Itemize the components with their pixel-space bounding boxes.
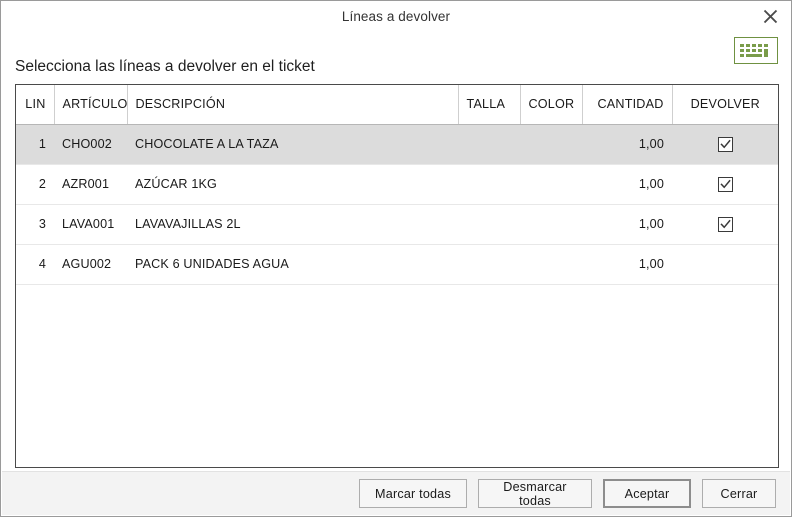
virtual-keyboard-button[interactable] [734,37,778,64]
cell-descripcion: LAVAVAJILLAS 2L [127,204,458,245]
cell-articulo: AZR001 [54,164,127,205]
cell-articulo: AGU002 [54,244,127,285]
mark-all-button[interactable]: Marcar todas [359,479,467,508]
cell-talla [458,164,520,205]
devolver-checkbox[interactable] [717,176,733,192]
instruction-text: Selecciona las líneas a devolver en el t… [15,58,315,75]
lines-table: LIN ARTÍCULO DESCRIPCIÓN TALLA COLOR CAN… [16,85,778,285]
lines-table-container: LIN ARTÍCULO DESCRIPCIÓN TALLA COLOR CAN… [15,84,779,468]
cell-devolver [672,164,778,205]
window-title: Líneas a devolver [341,8,451,24]
title-bar: Líneas a devolver [1,1,791,31]
table-header-row: LIN ARTÍCULO DESCRIPCIÓN TALLA COLOR CAN… [16,85,778,125]
column-header-cantidad[interactable]: CANTIDAD [582,85,673,125]
cell-articulo: CHO002 [54,124,127,165]
column-header-lin[interactable]: LIN [16,85,55,125]
dialog-window: Líneas a devolver Selecciona las líneas … [0,0,792,517]
cell-cantidad: 1,00 [582,164,672,205]
cell-lin: 4 [16,244,54,285]
unmark-all-button[interactable]: Desmarcar todas [478,479,592,508]
cell-talla [458,244,520,285]
devolver-checkbox[interactable] [717,216,733,232]
table-row[interactable]: 1 CHO002 CHOCOLATE A LA TAZA 1,00 [16,124,778,165]
accept-button[interactable]: Aceptar [603,479,691,508]
dialog-footer: Marcar todas Desmarcar todas Aceptar Cer… [2,471,790,515]
cell-cantidad: 1,00 [582,124,672,165]
table-row[interactable]: 3 LAVA001 LAVAVAJILLAS 2L 1,00 [16,204,778,245]
keyboard-icon [739,42,773,60]
column-header-descripcion[interactable]: DESCRIPCIÓN [127,85,459,125]
cell-descripcion: PACK 6 UNIDADES AGUA [127,244,458,285]
devolver-checkbox[interactable] [717,136,733,152]
cell-devolver [672,204,778,245]
cell-devolver [672,124,778,165]
column-header-talla[interactable]: TALLA [458,85,521,125]
table-row[interactable]: 2 AZR001 AZÚCAR 1KG 1,00 [16,164,778,205]
cell-descripcion: CHOCOLATE A LA TAZA [127,124,458,165]
cell-cantidad: 1,00 [582,204,672,245]
cell-cantidad: 1,00 [582,244,672,285]
cell-lin: 2 [16,164,54,205]
cell-color [520,164,582,205]
table-body: 1 CHO002 CHOCOLATE A LA TAZA 1,00 2 AZR001 AZÚ… [16,124,778,285]
cell-talla [458,124,520,165]
table-row[interactable]: 4 AGU002 PACK 6 UNIDADES AGUA 1,00 [16,244,778,285]
column-header-devolver[interactable]: DEVOLVER [672,85,778,125]
cell-talla [458,204,520,245]
close-icon [763,9,778,24]
close-dialog-button[interactable]: Cerrar [702,479,776,508]
cell-color [520,124,582,165]
column-header-color[interactable]: COLOR [520,85,583,125]
cell-color [520,204,582,245]
cell-lin: 3 [16,204,54,245]
cell-articulo: LAVA001 [54,204,127,245]
table-header: LIN ARTÍCULO DESCRIPCIÓN TALLA COLOR CAN… [16,85,778,125]
close-button[interactable] [749,1,791,31]
column-header-articulo[interactable]: ARTÍCULO [54,85,128,125]
cell-lin: 1 [16,124,54,165]
cell-descripcion: AZÚCAR 1KG [127,164,458,205]
cell-devolver [672,244,778,285]
cell-color [520,244,582,285]
